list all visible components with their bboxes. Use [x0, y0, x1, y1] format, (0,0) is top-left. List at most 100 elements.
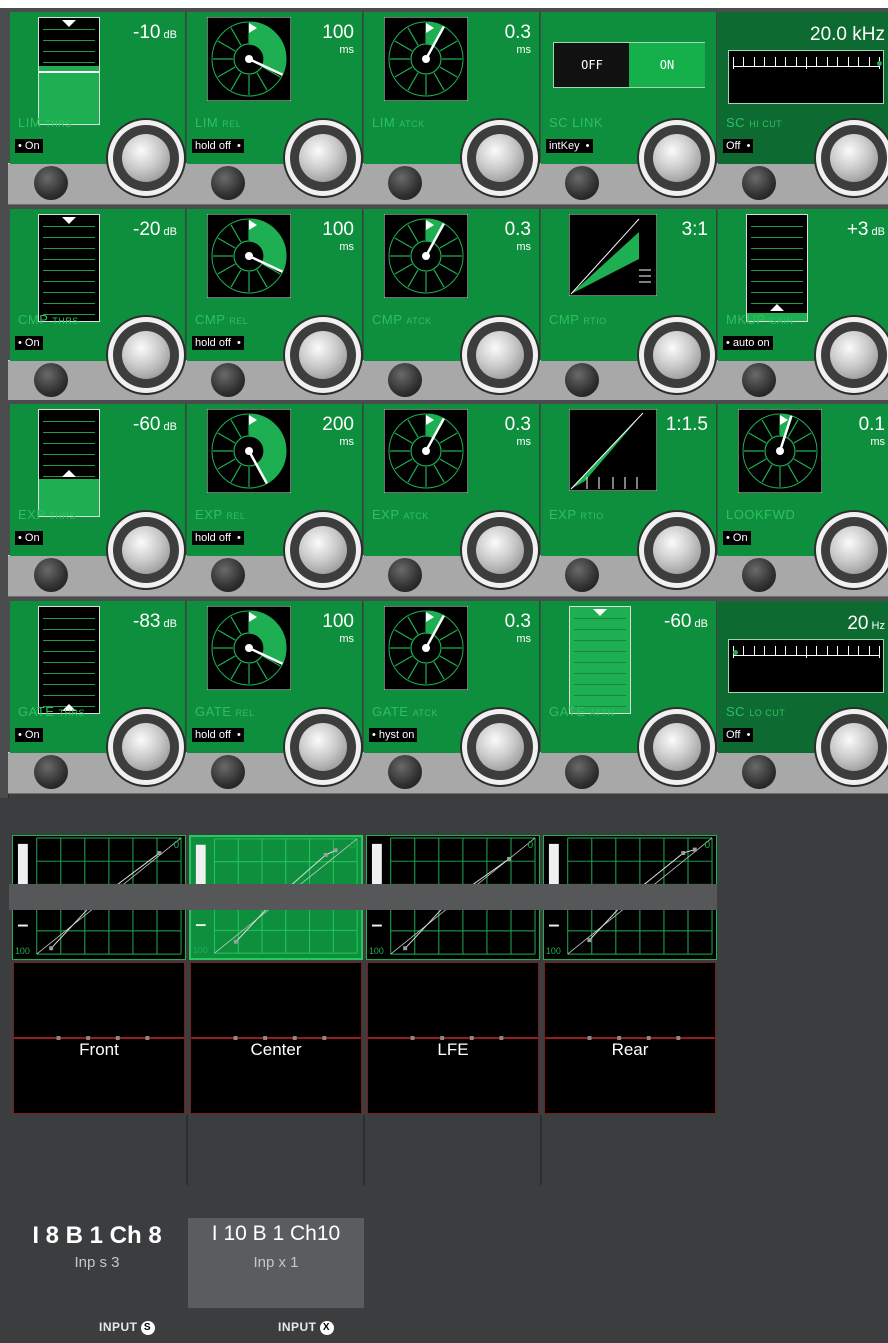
param-option-tag[interactable]: hold off • [192, 728, 244, 742]
meter-line [43, 465, 95, 466]
value-number: 100 [322, 611, 354, 632]
select-button[interactable] [742, 558, 776, 592]
meter-line [574, 673, 626, 674]
param-name: SC LINK [549, 115, 604, 130]
channel-name[interactable]: Rear [544, 1040, 716, 1070]
rotary-knob[interactable] [462, 709, 538, 785]
param-label: SC LINK [549, 115, 603, 130]
select-button[interactable] [388, 755, 422, 789]
param-option-tag[interactable]: • On [15, 139, 43, 153]
rotary-knob[interactable] [462, 120, 538, 196]
rotary-knob[interactable] [462, 317, 538, 393]
meter-line [43, 640, 95, 641]
param-option-tag[interactable]: • On [15, 336, 43, 350]
level-meter [569, 606, 631, 714]
param-option-tag[interactable]: hold off • [192, 336, 244, 350]
select-button[interactable] [742, 166, 776, 200]
eq-graph-center[interactable] [190, 962, 362, 1114]
param-option-tag[interactable]: • hyst on [369, 728, 418, 742]
input-type-icon: S [140, 1320, 155, 1335]
select-button[interactable] [388, 558, 422, 592]
param-sub: THRS [58, 708, 86, 718]
rotary-knob[interactable] [639, 709, 715, 785]
rotary-knob[interactable] [816, 120, 888, 196]
channel-name[interactable]: Center [190, 1040, 362, 1070]
channel-name[interactable]: LFE [367, 1040, 539, 1070]
param-sub: ATTN [589, 708, 615, 718]
rotary-knob[interactable] [285, 709, 361, 785]
value-unit: ms [516, 241, 531, 253]
select-button[interactable] [742, 363, 776, 397]
param-option-tag[interactable]: • auto on [723, 336, 773, 350]
toggle-on-option[interactable]: ON [629, 43, 705, 87]
param-label: GATE ATTN [549, 704, 614, 719]
graph-top-label: 0 [528, 840, 534, 851]
select-button[interactable] [34, 166, 68, 200]
param-label: LIM ATCK [372, 115, 425, 130]
sc-link-toggle[interactable]: OFF ON [553, 42, 705, 88]
knob-cap [122, 331, 170, 379]
select-button[interactable] [211, 558, 245, 592]
eq-graph-front[interactable] [13, 962, 185, 1114]
knob-cap [653, 331, 701, 379]
channel-tile[interactable]: I 8 B 1 Ch 8 Inp s 3 [9, 1218, 185, 1308]
select-button[interactable] [565, 755, 599, 789]
rotary-knob[interactable] [108, 317, 184, 393]
frequency-slider [728, 639, 884, 693]
input-label[interactable]: INPUT X [278, 1320, 334, 1335]
value-number: -60 [664, 611, 692, 632]
rotary-knob[interactable] [108, 709, 184, 785]
meter-line [43, 618, 95, 619]
rotary-knob[interactable] [816, 512, 888, 588]
rotary-knob[interactable] [816, 709, 888, 785]
eq-graph-lfe[interactable] [367, 962, 539, 1114]
param-sub: THRS [52, 316, 79, 326]
param-option-tag[interactable]: • On [15, 531, 43, 545]
select-button[interactable] [34, 363, 68, 397]
rotary-knob[interactable] [285, 317, 361, 393]
meter-line [574, 662, 626, 663]
eq-graph-rear[interactable] [544, 962, 716, 1114]
select-button[interactable] [742, 755, 776, 789]
rotary-knob[interactable] [108, 120, 184, 196]
meter-line [751, 237, 803, 238]
rotary-knob[interactable] [639, 120, 715, 196]
param-sub: REL [235, 708, 255, 718]
rotary-knob[interactable] [285, 120, 361, 196]
scale-tick [837, 57, 839, 66]
meter-line [43, 695, 95, 696]
select-button[interactable] [211, 166, 245, 200]
input-label[interactable]: INPUT S [99, 1320, 155, 1335]
rotary-knob[interactable] [639, 512, 715, 588]
select-button[interactable] [565, 558, 599, 592]
select-button[interactable] [388, 166, 422, 200]
value-unit: ms [516, 633, 531, 645]
select-button[interactable] [34, 755, 68, 789]
rotary-knob[interactable] [285, 512, 361, 588]
rotary-knob[interactable] [816, 317, 888, 393]
param-option-tag[interactable]: intKey • [546, 139, 593, 153]
rotary-knob[interactable] [639, 317, 715, 393]
select-button[interactable] [388, 363, 422, 397]
param-option-tag[interactable]: • On [723, 531, 751, 545]
rotary-knob[interactable] [108, 512, 184, 588]
param-label: CMP REL [195, 312, 248, 327]
input-text: INPUT [278, 1320, 317, 1334]
param-option-tag[interactable]: hold off • [192, 139, 244, 153]
toggle-off-option[interactable]: OFF [554, 43, 630, 87]
select-button[interactable] [211, 363, 245, 397]
param-option-tag[interactable]: • On [15, 728, 43, 742]
param-option-tag[interactable]: Off • [723, 728, 754, 742]
select-button[interactable] [565, 363, 599, 397]
select-button[interactable] [565, 166, 599, 200]
scale-tick [868, 57, 870, 66]
select-button[interactable] [34, 558, 68, 592]
marker-down-icon [62, 217, 76, 224]
select-button[interactable] [211, 755, 245, 789]
channel-name[interactable]: Front [13, 1040, 185, 1070]
param-option-tag[interactable]: hold off • [192, 531, 244, 545]
channel-tile[interactable]: I 10 B 1 Ch10 Inp x 1 [188, 1218, 364, 1308]
param-sub: ATCK [403, 511, 429, 521]
rotary-knob[interactable] [462, 512, 538, 588]
param-option-tag[interactable]: Off • [723, 139, 754, 153]
